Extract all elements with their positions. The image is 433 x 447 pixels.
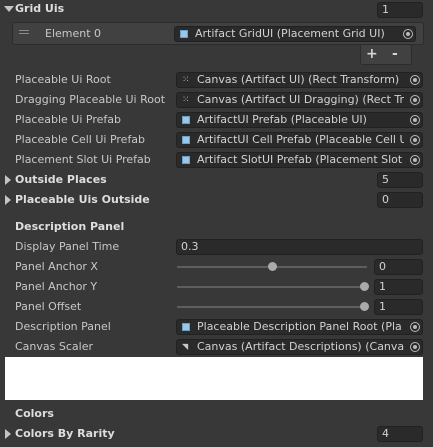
object-picker-icon[interactable]: [403, 29, 413, 39]
panel-offset-label: Panel Offset: [15, 300, 82, 313]
panel-offset-slider-track[interactable]: [177, 306, 367, 308]
object-picker-icon[interactable]: [410, 322, 420, 332]
panel-offset-slider-thumb[interactable]: [360, 302, 369, 311]
placeable-ui-prefab-field[interactable]: ArtifactUI Prefab (Placeable UI): [176, 112, 423, 128]
prefab-icon: [182, 136, 190, 144]
element-0-field[interactable]: Artifact GridUI (Placement Grid UI): [174, 26, 416, 42]
foldout-expanded-icon[interactable]: [4, 6, 14, 12]
panel-anchor-x-field[interactable]: 0: [374, 259, 423, 275]
colors-header: Colors: [15, 407, 54, 420]
panel-anchor-y-field[interactable]: 1: [374, 279, 423, 295]
foldout-collapsed-icon[interactable]: [5, 175, 11, 185]
panel-anchor-y-label: Panel Anchor Y: [15, 280, 98, 293]
add-button[interactable]: +: [366, 45, 378, 63]
canvas-scaler-icon: ◥: [182, 342, 189, 351]
placeable-ui-root-field[interactable]: ⁙ Canvas (Artifact UI) (Rect Transform): [176, 72, 423, 88]
foldout-collapsed-icon[interactable]: [5, 195, 11, 205]
placeable-uis-outside-size-field[interactable]: 0: [377, 192, 423, 208]
placeable-uis-outside-label: Placeable Uis Outside: [15, 193, 150, 206]
blank-area: [5, 357, 423, 400]
prefab-icon: [182, 323, 190, 331]
element-0-label: Element 0: [45, 27, 102, 40]
description-panel-field[interactable]: Placeable Description Panel Root (Pla: [176, 319, 423, 335]
outside-places-label: Outside Places: [15, 173, 107, 186]
prefab-icon: [182, 156, 190, 164]
description-panel-label: Description Panel: [15, 320, 111, 333]
foldout-collapsed-icon[interactable]: [5, 429, 11, 439]
grid-uis-size-field[interactable]: 1: [377, 2, 423, 18]
description-panel-header: Description Panel: [15, 220, 125, 233]
rect-transform-icon: ⁙: [182, 75, 190, 85]
canvas-scaler-label: Canvas Scaler: [15, 340, 93, 353]
panel-anchor-y-slider-thumb[interactable]: [360, 282, 369, 291]
colors-by-rarity-size-field[interactable]: 4: [377, 426, 423, 442]
outside-places-size-field[interactable]: 5: [377, 172, 423, 188]
placement-slot-ui-prefab-label: Placement Slot Ui Prefab: [15, 153, 151, 166]
display-panel-time-field[interactable]: 0.3: [176, 239, 423, 255]
object-picker-icon[interactable]: [410, 75, 420, 85]
panel-anchor-x-slider-thumb[interactable]: [268, 262, 277, 271]
panel-offset-field[interactable]: 1: [374, 299, 423, 315]
object-picker-icon[interactable]: [410, 135, 420, 145]
object-picker-icon[interactable]: [410, 115, 420, 125]
prefab-icon: [182, 116, 190, 124]
panel-anchor-x-label: Panel Anchor X: [15, 260, 98, 273]
grid-uis-label: Grid Uis: [15, 2, 65, 15]
dragging-placeable-ui-root-field[interactable]: ⁙ Canvas (Artifact UI Dragging) (Rect Tr: [176, 92, 423, 108]
canvas-scaler-field[interactable]: ◥ Canvas (Artifact Descriptions) (Canva: [176, 339, 423, 355]
placeable-cell-ui-prefab-label: Placeable Cell Ui Prefab: [15, 133, 146, 146]
colors-by-rarity-label: Colors By Rarity: [15, 427, 115, 440]
object-picker-icon[interactable]: [410, 342, 420, 352]
placeable-cell-ui-prefab-field[interactable]: ArtifactUI Cell Prefab (Placeable Cell U: [176, 132, 423, 148]
placeable-ui-prefab-label: Placeable Ui Prefab: [15, 113, 121, 126]
panel-anchor-y-slider-track[interactable]: [177, 286, 367, 288]
drag-handle-icon[interactable]: [19, 30, 29, 34]
object-picker-icon[interactable]: [410, 155, 420, 165]
dragging-placeable-ui-root-label: Dragging Placeable Ui Root: [15, 93, 166, 106]
display-panel-time-label: Display Panel Time: [15, 240, 120, 253]
remove-button[interactable]: -: [392, 45, 398, 63]
object-picker-icon[interactable]: [410, 95, 420, 105]
placeable-ui-root-label: Placeable Ui Root: [15, 73, 111, 86]
script-icon: [180, 30, 188, 38]
placement-slot-ui-prefab-field[interactable]: Artifact SlotUI Prefab (Placement Slot: [176, 152, 423, 168]
rect-transform-icon: ⁙: [182, 95, 190, 105]
